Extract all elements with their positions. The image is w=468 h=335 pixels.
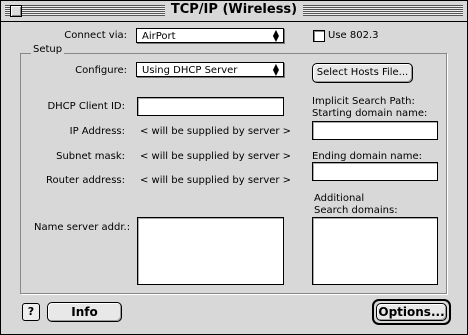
implicit-search-path-label: Implicit Search Path: <box>312 96 415 107</box>
additional-label: Additional <box>314 193 365 204</box>
name-server-field[interactable] <box>137 217 284 285</box>
ending-domain-name-label: Ending domain name: <box>312 151 423 162</box>
use-8023-label: Use 802.3 <box>328 30 379 41</box>
popup-arrows-icon: ▲ ▼ <box>272 28 279 43</box>
configure-popup[interactable]: Using DHCP Server ▲ ▼ <box>136 62 284 77</box>
ip-address-label: IP Address: <box>69 126 125 137</box>
help-button[interactable]: ? <box>22 303 40 321</box>
connect-via-popup[interactable]: AirPort ▲ ▼ <box>136 28 284 43</box>
additional-search-domains-field[interactable] <box>312 217 438 285</box>
options-button[interactable]: Options... <box>376 303 447 321</box>
title-bar[interactable]: TCP/IP (Wireless) <box>1 1 467 22</box>
subnet-mask-value: < will be supplied by server > <box>140 151 292 162</box>
connect-via-value: AirPort <box>142 31 176 42</box>
subnet-mask-label: Subnet mask: <box>56 151 125 162</box>
starting-domain-name-field[interactable] <box>312 121 438 140</box>
name-server-label: Name server addr.: <box>34 222 131 233</box>
tcpip-window: TCP/IP (Wireless) Connect via: AirPort ▲… <box>0 0 468 335</box>
configure-label: Configure: <box>75 65 127 76</box>
popup-arrows-icon: ▲ ▼ <box>272 62 279 77</box>
router-address-value: < will be supplied by server > <box>140 175 292 186</box>
use-8023-checkbox[interactable] <box>313 30 325 42</box>
window-title: TCP/IP (Wireless) <box>1 2 467 17</box>
dhcp-client-id-label: DHCP Client ID: <box>47 101 125 112</box>
select-hosts-file-button[interactable]: Select Hosts File... <box>312 63 413 83</box>
info-button[interactable]: Info <box>47 302 122 322</box>
starting-domain-name-label: Starting domain name: <box>312 108 428 119</box>
ip-address-value: < will be supplied by server > <box>140 126 292 137</box>
ending-domain-name-field[interactable] <box>312 162 438 181</box>
dhcp-client-id-field[interactable] <box>137 97 284 116</box>
search-domains-label: Search domains: <box>314 205 398 216</box>
setup-group-label: Setup <box>31 44 65 55</box>
connect-via-label: Connect via: <box>64 30 127 41</box>
configure-value: Using DHCP Server <box>142 65 238 76</box>
router-address-label: Router address: <box>46 175 125 186</box>
